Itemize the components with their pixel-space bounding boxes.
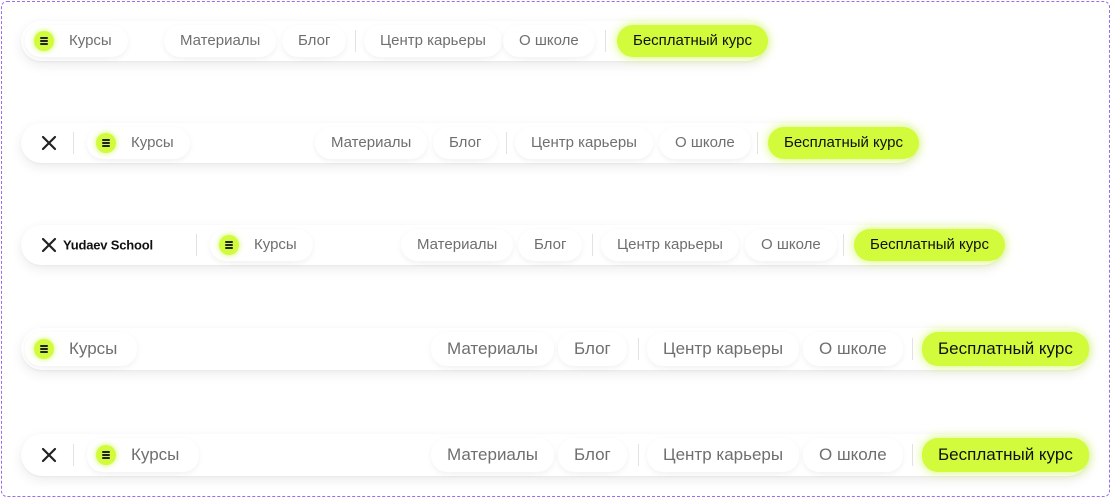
divider: [196, 234, 197, 256]
courses-label: Курсы: [131, 445, 180, 464]
divider: [843, 234, 844, 256]
nav-materials-label: Материалы: [180, 32, 261, 49]
nav-blog-label: Блог: [298, 32, 331, 49]
nav-materials-label: Материалы: [331, 134, 412, 151]
free-course-button[interactable]: Бесплатный курс: [922, 438, 1089, 472]
nav-blog-label: Блог: [574, 445, 611, 464]
divider: [757, 132, 758, 154]
nav-career-label: Центр карьеры: [663, 445, 784, 464]
nav-career[interactable]: Центр карьеры: [647, 332, 800, 366]
nav-about[interactable]: О школе: [503, 25, 595, 57]
divider: [73, 132, 74, 154]
nav-materials[interactable]: Материалы: [431, 438, 555, 472]
nav-about-label: О школе: [819, 339, 887, 358]
nav-about-label: О школе: [519, 32, 579, 49]
nav-materials[interactable]: Материалы: [401, 229, 514, 261]
logo-x-icon[interactable]: [41, 447, 57, 463]
nav-materials[interactable]: Материалы: [315, 127, 428, 159]
nav-about[interactable]: О школе: [745, 229, 837, 261]
logo-x-icon[interactable]: [41, 237, 57, 253]
courses-label: Курсы: [69, 339, 118, 358]
navbar-variant-4: Курсы Материалы Блог Центр карьеры О шко…: [21, 328, 1089, 370]
free-course-button[interactable]: Бесплатный курс: [768, 127, 919, 159]
nav-career[interactable]: Центр карьеры: [515, 127, 653, 159]
free-course-label: Бесплатный курс: [784, 134, 903, 151]
nav-materials[interactable]: Материалы: [431, 332, 555, 366]
divider: [638, 444, 639, 466]
logo-wordmark[interactable]: Yudaev School: [63, 238, 153, 253]
nav-about[interactable]: О школе: [659, 127, 751, 159]
nav-about[interactable]: О школе: [803, 438, 903, 472]
nav-blog-label: Блог: [574, 339, 611, 358]
nav-career-label: Центр карьеры: [617, 236, 723, 253]
nav-materials-label: Материалы: [417, 236, 498, 253]
divider: [355, 30, 356, 52]
nav-about[interactable]: О школе: [803, 332, 903, 366]
menu-icon: [219, 235, 239, 255]
nav-career-label: Центр карьеры: [663, 339, 784, 358]
nav-blog[interactable]: Блог: [282, 25, 347, 57]
divider: [638, 338, 639, 360]
nav-blog-label: Блог: [449, 134, 482, 151]
courses-label: Курсы: [254, 236, 297, 253]
menu-icon: [96, 445, 116, 465]
free-course-button[interactable]: Бесплатный курс: [617, 25, 768, 57]
free-course-label: Бесплатный курс: [870, 236, 989, 253]
divider: [912, 444, 913, 466]
nav-about-label: О школе: [761, 236, 821, 253]
free-course-label: Бесплатный курс: [633, 32, 752, 49]
courses-button[interactable]: Курсы: [25, 25, 128, 57]
free-course-label: Бесплатный курс: [938, 445, 1073, 464]
nav-materials-label: Материалы: [447, 339, 539, 358]
menu-icon: [96, 133, 116, 153]
nav-career[interactable]: Центр карьеры: [647, 438, 800, 472]
divider: [912, 338, 913, 360]
nav-blog[interactable]: Блог: [433, 127, 498, 159]
nav-career-label: Центр карьеры: [531, 134, 637, 151]
nav-blog[interactable]: Блог: [558, 332, 627, 366]
navbar-variant-1: Курсы Материалы Блог Центр карьеры О шко…: [21, 21, 768, 61]
free-course-button[interactable]: Бесплатный курс: [922, 332, 1089, 366]
divider: [592, 234, 593, 256]
logo-x-icon[interactable]: [41, 135, 57, 151]
divider: [605, 30, 606, 52]
nav-materials-label: Материалы: [447, 445, 539, 464]
courses-button[interactable]: Курсы: [210, 229, 313, 261]
courses-button[interactable]: Курсы: [25, 332, 138, 366]
nav-blog-label: Блог: [534, 236, 567, 253]
courses-label: Курсы: [131, 134, 174, 151]
courses-button[interactable]: Курсы: [87, 438, 200, 472]
menu-icon: [34, 339, 54, 359]
navbar-variant-2: Курсы Материалы Блог Центр карьеры О шко…: [21, 123, 919, 163]
courses-label: Курсы: [69, 32, 112, 49]
nav-about-label: О школе: [675, 134, 735, 151]
free-course-button[interactable]: Бесплатный курс: [854, 229, 1005, 261]
courses-button[interactable]: Курсы: [87, 127, 190, 159]
nav-about-label: О школе: [819, 445, 887, 464]
navbar-variant-3: Yudaev School Курсы Материалы Блог Центр…: [21, 225, 1005, 265]
free-course-label: Бесплатный курс: [938, 339, 1073, 358]
navbar-variant-5: Курсы Материалы Блог Центр карьеры О шко…: [21, 434, 1089, 476]
nav-career[interactable]: Центр карьеры: [601, 229, 739, 261]
nav-career-label: Центр карьеры: [380, 32, 486, 49]
nav-materials[interactable]: Материалы: [164, 25, 277, 57]
nav-blog[interactable]: Блог: [518, 229, 583, 261]
divider: [73, 444, 74, 466]
menu-icon: [34, 31, 54, 51]
nav-blog[interactable]: Блог: [558, 438, 627, 472]
divider: [506, 132, 507, 154]
nav-career[interactable]: Центр карьеры: [364, 25, 502, 57]
